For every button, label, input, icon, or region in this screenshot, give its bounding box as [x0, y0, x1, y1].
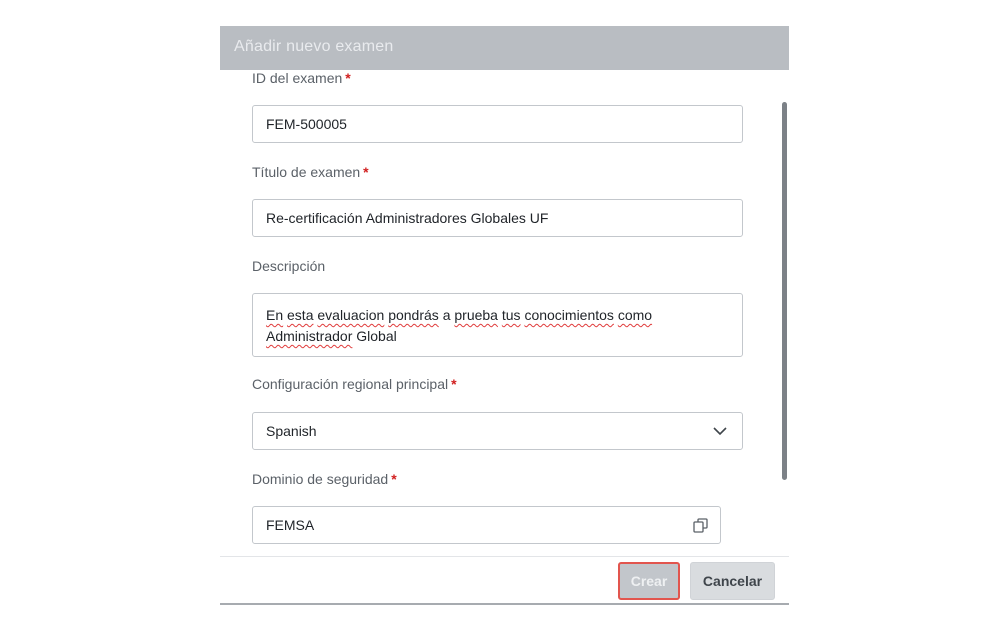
exam-title-label: Título de examen * [252, 164, 369, 180]
cancel-button[interactable]: Cancelar [690, 562, 775, 600]
locale-label: Configuración regional principal * [252, 376, 457, 392]
description-word: a [442, 307, 451, 323]
description-word: esta [287, 307, 314, 323]
dialog-title: Añadir nuevo examen [234, 38, 394, 55]
description-label: Descripción [252, 258, 325, 274]
security-domain-input[interactable]: FEMSA [252, 506, 721, 544]
description-word: Global [356, 328, 397, 344]
dialog-bottom-border [220, 603, 789, 605]
required-mark: * [363, 164, 369, 180]
security-domain-value: FEMSA [266, 517, 315, 533]
exam-id-label: ID del examen * [252, 70, 351, 86]
security-domain-label-text: Dominio de seguridad [252, 471, 389, 487]
exam-id-value: FEM-500005 [266, 116, 347, 132]
required-mark: * [451, 376, 457, 392]
exam-title-value: Re-certificación Administradores Globale… [266, 210, 549, 226]
exam-id-label-text: ID del examen [252, 70, 343, 86]
description-textarea[interactable]: En esta evaluacion pondrás a prueba tus … [252, 293, 743, 357]
description-label-text: Descripción [252, 258, 326, 274]
locale-select[interactable]: Spanish [252, 412, 743, 450]
locale-label-text: Configuración regional principal [252, 376, 449, 392]
description-word: pondrás [388, 307, 439, 323]
create-button[interactable]: Crear [618, 562, 680, 600]
exam-title-label-text: Título de examen [252, 164, 361, 180]
scrollbar[interactable] [782, 102, 787, 480]
dialog-header: Añadir nuevo examen [220, 26, 789, 70]
description-word: Administrador [266, 328, 353, 344]
add-exam-dialog: Añadir nuevo examen ID del examen * FEM-5… [220, 26, 789, 606]
security-domain-label: Dominio de seguridad * [252, 471, 397, 487]
description-word: como [617, 307, 653, 323]
copy-icon[interactable] [693, 518, 708, 533]
required-mark: * [345, 70, 351, 86]
chevron-down-icon[interactable] [712, 423, 728, 439]
description-word: evaluacion [317, 307, 385, 323]
required-mark: * [391, 471, 397, 487]
exam-id-input[interactable]: FEM-500005 [252, 105, 743, 143]
description-word: En [266, 307, 284, 323]
description-word: conocimientos [524, 307, 614, 323]
description-word: prueba [454, 307, 498, 323]
locale-value: Spanish [266, 423, 317, 439]
description-word: tus [501, 307, 521, 323]
exam-title-input[interactable]: Re-certificación Administradores Globale… [252, 199, 743, 237]
footer-divider [220, 556, 789, 557]
